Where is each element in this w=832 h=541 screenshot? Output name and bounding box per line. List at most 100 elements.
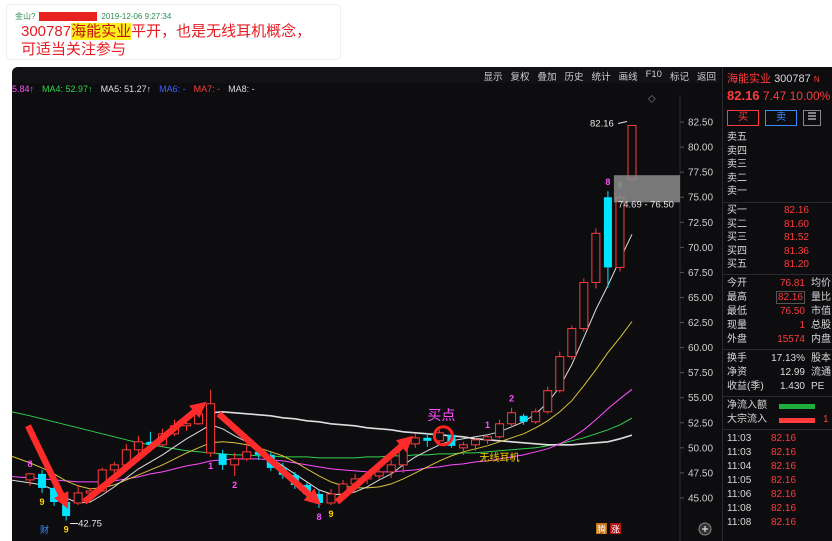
y-tick-label: 45.00: [688, 493, 713, 504]
candle-body[interactable]: [38, 473, 47, 488]
candle-body[interactable]: [242, 451, 252, 460]
teng-badge[interactable]: 腾: [597, 524, 606, 535]
chart-menu: 显示 复权 叠加 历史 统计 画线 F10 标记 返回: [484, 69, 717, 83]
bid-book: 买一 82.16 买二 81.60 买三 81.52 买四 81.36 买五 81.20: [727, 204, 831, 272]
candle-body[interactable]: [543, 390, 553, 413]
order-book-row[interactable]: 卖四: [727, 145, 831, 159]
sequence-counter: 9: [64, 525, 69, 535]
buy-button[interactable]: 买: [727, 110, 759, 126]
order-book-label: 买三: [727, 232, 747, 243]
candle-body[interactable]: [519, 415, 528, 422]
candle-body[interactable]: [73, 492, 83, 504]
candle-body[interactable]: [458, 444, 468, 449]
candle-body[interactable]: [109, 464, 119, 471]
kline-chart[interactable]: 82.50 80.00 77.50 75.00 72.50 70.00 67.50 65.00…: [12, 95, 720, 541]
sequence-counter: 9: [40, 497, 45, 507]
divider: [723, 202, 832, 203]
order-book-row[interactable]: 买一 82.16: [727, 204, 831, 218]
candle-body[interactable]: [531, 411, 541, 423]
candle-body[interactable]: [326, 493, 336, 504]
quote-info: 今开 76.81 均价 最高 82.16 量比 最低 76.50 市值 现量 1 总股 外盘 15574 内…: [727, 277, 831, 347]
y-tick-label: 50.00: [688, 443, 713, 454]
order-book-row[interactable]: 卖三: [727, 158, 831, 172]
candle-body[interactable]: [591, 232, 601, 283]
sequence-counter: 1: [208, 461, 213, 471]
fund-flow-label: 净流入额: [727, 400, 767, 411]
candle-body[interactable]: [470, 439, 480, 446]
candle-body[interactable]: [495, 423, 505, 438]
quote-info-value: 15574: [761, 333, 805, 347]
menu-item-3[interactable]: 历史: [565, 69, 584, 83]
candle-body[interactable]: [567, 328, 577, 358]
y-tick-label: 47.50: [688, 468, 713, 479]
candle-body[interactable]: [603, 197, 612, 268]
y-tick-label: 60.00: [688, 343, 713, 354]
low-price-label: 42.75: [78, 519, 102, 530]
more-button[interactable]: [803, 110, 821, 126]
menu-item-1[interactable]: 复权: [511, 69, 530, 83]
redacted-block: [39, 12, 98, 21]
new-flag: N: [813, 75, 820, 84]
order-book-row[interactable]: 买四 81.36: [727, 245, 831, 259]
price-change: 7.47: [762, 89, 787, 103]
tick-row: 11:03 82.16: [727, 446, 831, 460]
zhang-badge[interactable]: 涨: [611, 525, 620, 535]
candle-body[interactable]: [218, 453, 227, 465]
ma-legend: 5.84↑ MA4: 52.97↑ MA5: 51.27↑ MA6: - MA7: - M…: [12, 84, 255, 94]
fund-flow-bar: [779, 417, 815, 423]
quote-info-value: 82.16: [761, 291, 805, 305]
candle-body[interactable]: [483, 436, 493, 441]
candle-body[interactable]: [579, 281, 589, 330]
candle-body[interactable]: [423, 437, 432, 441]
quote-info-value: 12.99: [761, 366, 805, 380]
order-book-label: 买五: [727, 259, 747, 270]
menu-item-5[interactable]: 画线: [619, 69, 638, 83]
menu-item-0[interactable]: 显示: [484, 69, 503, 83]
ma-line: [12, 388, 633, 483]
tick-price: 82.16: [771, 503, 797, 514]
y-tick-label: 67.50: [688, 268, 713, 279]
candle-body[interactable]: [555, 356, 565, 392]
last-price: 82.16: [727, 88, 760, 103]
tick-time: 11:03: [727, 433, 752, 444]
post-author[interactable]: 金山?: [15, 11, 35, 22]
order-book-label: 买二: [727, 218, 747, 230]
order-book-price: 81.36: [783, 245, 809, 257]
candle-body[interactable]: [627, 124, 637, 180]
sell-button[interactable]: 卖: [765, 110, 797, 126]
settings-icon[interactable]: ◇: [648, 95, 656, 104]
tick-row: 11:05 82.16: [727, 474, 831, 488]
tick-time: 11:04: [727, 461, 752, 472]
menu-item-8[interactable]: 返回: [697, 69, 716, 83]
tick-row: 11:08 82.16: [727, 516, 831, 530]
tick-row: 11:04 82.16: [727, 460, 831, 474]
candle-body[interactable]: [410, 437, 420, 445]
quote-info-label: 最高: [727, 292, 747, 303]
menu-item-2[interactable]: 叠加: [538, 69, 557, 83]
candle-body[interactable]: [374, 471, 384, 477]
quote-info-label2: 总股: [811, 320, 831, 331]
quote-info-label2: PE: [811, 381, 825, 392]
menu-item-7[interactable]: 标记: [670, 69, 689, 83]
order-book-row[interactable]: 买五 81.20: [727, 258, 831, 272]
candle-body[interactable]: [25, 473, 35, 481]
candle-body[interactable]: [133, 441, 143, 451]
order-book-row[interactable]: 买二 81.60: [727, 218, 831, 232]
order-book-row[interactable]: 卖二: [727, 172, 831, 186]
candle-body[interactable]: [386, 464, 396, 473]
order-book-row[interactable]: 买三 81.52: [727, 231, 831, 245]
buy-point-label: 买点: [427, 407, 455, 423]
finance-badge[interactable]: 财: [40, 524, 49, 535]
order-book-price: 81.60: [783, 218, 809, 230]
menu-item-4[interactable]: 统计: [592, 69, 611, 83]
candle-body[interactable]: [230, 458, 240, 466]
candle-body[interactable]: [507, 412, 517, 425]
y-tick-label: 77.50: [688, 168, 713, 179]
menu-item-6[interactable]: F10: [646, 69, 662, 83]
order-book-row[interactable]: 卖一: [727, 185, 831, 199]
candle-body[interactable]: [206, 403, 216, 454]
order-book-row[interactable]: 卖五: [727, 131, 831, 145]
order-book-label: 买一: [727, 205, 747, 216]
post-stock-name[interactable]: 海能实业: [71, 23, 132, 40]
y-tick-label: 70.00: [688, 243, 713, 254]
